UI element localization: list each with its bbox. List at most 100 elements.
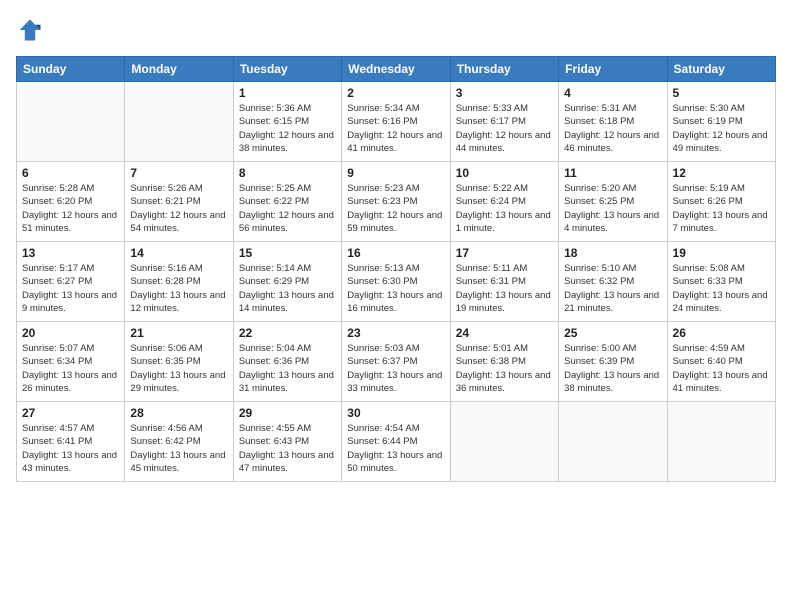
day-info: Sunrise: 5:01 AM Sunset: 6:38 PM Dayligh… <box>456 342 553 395</box>
day-number: 16 <box>347 246 444 260</box>
calendar-cell <box>450 402 558 482</box>
day-info: Sunrise: 5:10 AM Sunset: 6:32 PM Dayligh… <box>564 262 661 315</box>
calendar-cell: 9 Sunrise: 5:23 AM Sunset: 6:23 PM Daylig… <box>342 162 450 242</box>
calendar-cell: 20 Sunrise: 5:07 AM Sunset: 6:34 PM Dayli… <box>17 322 125 402</box>
day-number: 8 <box>239 166 336 180</box>
day-number: 20 <box>22 326 119 340</box>
calendar-cell: 6 Sunrise: 5:28 AM Sunset: 6:20 PM Daylig… <box>17 162 125 242</box>
calendar-cell: 15 Sunrise: 5:14 AM Sunset: 6:29 PM Dayli… <box>233 242 341 322</box>
day-info: Sunrise: 5:36 AM Sunset: 6:15 PM Dayligh… <box>239 102 336 155</box>
calendar-week-row: 20 Sunrise: 5:07 AM Sunset: 6:34 PM Dayli… <box>17 322 776 402</box>
day-info: Sunrise: 5:16 AM Sunset: 6:28 PM Dayligh… <box>130 262 227 315</box>
calendar-cell: 25Sunrise: 5:00 AM Sunset: 6:39 PM Dayli… <box>559 322 667 402</box>
day-info: Sunrise: 4:54 AM Sunset: 6:44 PM Dayligh… <box>347 422 444 475</box>
calendar-cell: 7Sunrise: 5:26 AM Sunset: 6:21 PM Daylig… <box>125 162 233 242</box>
calendar-cell: 5Sunrise: 5:30 AM Sunset: 6:19 PM Daylig… <box>667 82 775 162</box>
day-number: 14 <box>130 246 227 260</box>
day-number: 26 <box>673 326 770 340</box>
day-info: Sunrise: 5:28 AM Sunset: 6:20 PM Dayligh… <box>22 182 119 235</box>
weekday-header: Sunday <box>17 57 125 82</box>
calendar-cell: 16 Sunrise: 5:13 AM Sunset: 6:30 PM Dayli… <box>342 242 450 322</box>
day-number: 2 <box>347 86 444 100</box>
page-header <box>16 16 776 44</box>
calendar-cell: 29 Sunrise: 4:55 AM Sunset: 6:43 PM Dayli… <box>233 402 341 482</box>
weekday-header: Saturday <box>667 57 775 82</box>
calendar-cell: 11 Sunrise: 5:20 AM Sunset: 6:25 PM Dayli… <box>559 162 667 242</box>
day-info: Sunrise: 5:31 AM Sunset: 6:18 PM Dayligh… <box>564 102 661 155</box>
calendar-cell: 10 Sunrise: 5:22 AM Sunset: 6:24 PM Dayli… <box>450 162 558 242</box>
day-number: 29 <box>239 406 336 420</box>
day-info: Sunrise: 5:34 AM Sunset: 6:16 PM Dayligh… <box>347 102 444 155</box>
logo <box>16 16 48 44</box>
calendar-week-row: 6 Sunrise: 5:28 AM Sunset: 6:20 PM Daylig… <box>17 162 776 242</box>
calendar-cell: 12 Sunrise: 5:19 AM Sunset: 6:26 PM Dayli… <box>667 162 775 242</box>
calendar-cell: 23 Sunrise: 5:03 AM Sunset: 6:37 PM Dayli… <box>342 322 450 402</box>
weekday-header: Thursday <box>450 57 558 82</box>
day-number: 21 <box>130 326 227 340</box>
day-number: 3 <box>456 86 553 100</box>
day-info: Sunrise: 4:57 AM Sunset: 6:41 PM Dayligh… <box>22 422 119 475</box>
calendar-cell: 3 Sunrise: 5:33 AM Sunset: 6:17 PM Daylig… <box>450 82 558 162</box>
calendar-cell <box>559 402 667 482</box>
weekday-header: Friday <box>559 57 667 82</box>
day-info: Sunrise: 5:17 AM Sunset: 6:27 PM Dayligh… <box>22 262 119 315</box>
calendar-cell: 14 Sunrise: 5:16 AM Sunset: 6:28 PM Dayli… <box>125 242 233 322</box>
day-number: 19 <box>673 246 770 260</box>
calendar-week-row: 27 Sunrise: 4:57 AM Sunset: 6:41 PM Dayli… <box>17 402 776 482</box>
logo-icon <box>16 16 44 44</box>
day-info: Sunrise: 5:03 AM Sunset: 6:37 PM Dayligh… <box>347 342 444 395</box>
weekday-header: Monday <box>125 57 233 82</box>
day-info: Sunrise: 5:22 AM Sunset: 6:24 PM Dayligh… <box>456 182 553 235</box>
weekday-header: Tuesday <box>233 57 341 82</box>
calendar-cell <box>17 82 125 162</box>
day-info: Sunrise: 5:04 AM Sunset: 6:36 PM Dayligh… <box>239 342 336 395</box>
day-number: 23 <box>347 326 444 340</box>
day-number: 9 <box>347 166 444 180</box>
calendar-cell <box>125 82 233 162</box>
day-number: 15 <box>239 246 336 260</box>
day-number: 18 <box>564 246 661 260</box>
calendar-week-row: 13 Sunrise: 5:17 AM Sunset: 6:27 PM Dayli… <box>17 242 776 322</box>
day-number: 12 <box>673 166 770 180</box>
calendar-cell: 22 Sunrise: 5:04 AM Sunset: 6:36 PM Dayli… <box>233 322 341 402</box>
day-number: 13 <box>22 246 119 260</box>
day-info: Sunrise: 5:33 AM Sunset: 6:17 PM Dayligh… <box>456 102 553 155</box>
day-info: Sunrise: 5:26 AM Sunset: 6:21 PM Dayligh… <box>130 182 227 235</box>
calendar-week-row: 1 Sunrise: 5:36 AM Sunset: 6:15 PM Daylig… <box>17 82 776 162</box>
day-number: 1 <box>239 86 336 100</box>
day-info: Sunrise: 5:19 AM Sunset: 6:26 PM Dayligh… <box>673 182 770 235</box>
calendar-cell: 18 Sunrise: 5:10 AM Sunset: 6:32 PM Dayli… <box>559 242 667 322</box>
day-number: 6 <box>22 166 119 180</box>
day-number: 25 <box>564 326 661 340</box>
day-number: 11 <box>564 166 661 180</box>
calendar-cell: 28 Sunrise: 4:56 AM Sunset: 6:42 PM Dayli… <box>125 402 233 482</box>
calendar-cell: 2 Sunrise: 5:34 AM Sunset: 6:16 PM Daylig… <box>342 82 450 162</box>
day-number: 27 <box>22 406 119 420</box>
calendar-cell <box>667 402 775 482</box>
day-info: Sunrise: 5:23 AM Sunset: 6:23 PM Dayligh… <box>347 182 444 235</box>
calendar-cell: 30Sunrise: 4:54 AM Sunset: 6:44 PM Dayli… <box>342 402 450 482</box>
calendar-table: SundayMondayTuesdayWednesdayThursdayFrid… <box>16 56 776 482</box>
day-number: 10 <box>456 166 553 180</box>
day-info: Sunrise: 5:08 AM Sunset: 6:33 PM Dayligh… <box>673 262 770 315</box>
day-info: Sunrise: 4:55 AM Sunset: 6:43 PM Dayligh… <box>239 422 336 475</box>
day-info: Sunrise: 5:14 AM Sunset: 6:29 PM Dayligh… <box>239 262 336 315</box>
day-info: Sunrise: 4:56 AM Sunset: 6:42 PM Dayligh… <box>130 422 227 475</box>
day-number: 24 <box>456 326 553 340</box>
calendar-cell: 27 Sunrise: 4:57 AM Sunset: 6:41 PM Dayli… <box>17 402 125 482</box>
day-info: Sunrise: 5:25 AM Sunset: 6:22 PM Dayligh… <box>239 182 336 235</box>
calendar-cell: 21 Sunrise: 5:06 AM Sunset: 6:35 PM Dayli… <box>125 322 233 402</box>
day-info: Sunrise: 5:06 AM Sunset: 6:35 PM Dayligh… <box>130 342 227 395</box>
day-info: Sunrise: 5:20 AM Sunset: 6:25 PM Dayligh… <box>564 182 661 235</box>
day-number: 28 <box>130 406 227 420</box>
day-info: Sunrise: 5:13 AM Sunset: 6:30 PM Dayligh… <box>347 262 444 315</box>
day-info: Sunrise: 5:11 AM Sunset: 6:31 PM Dayligh… <box>456 262 553 315</box>
day-info: Sunrise: 5:07 AM Sunset: 6:34 PM Dayligh… <box>22 342 119 395</box>
calendar-cell: 26Sunrise: 4:59 AM Sunset: 6:40 PM Dayli… <box>667 322 775 402</box>
calendar-cell: 8 Sunrise: 5:25 AM Sunset: 6:22 PM Daylig… <box>233 162 341 242</box>
day-number: 17 <box>456 246 553 260</box>
weekday-header-row: SundayMondayTuesdayWednesdayThursdayFrid… <box>17 57 776 82</box>
calendar-cell: 4Sunrise: 5:31 AM Sunset: 6:18 PM Daylig… <box>559 82 667 162</box>
calendar-cell: 13 Sunrise: 5:17 AM Sunset: 6:27 PM Dayli… <box>17 242 125 322</box>
day-number: 22 <box>239 326 336 340</box>
